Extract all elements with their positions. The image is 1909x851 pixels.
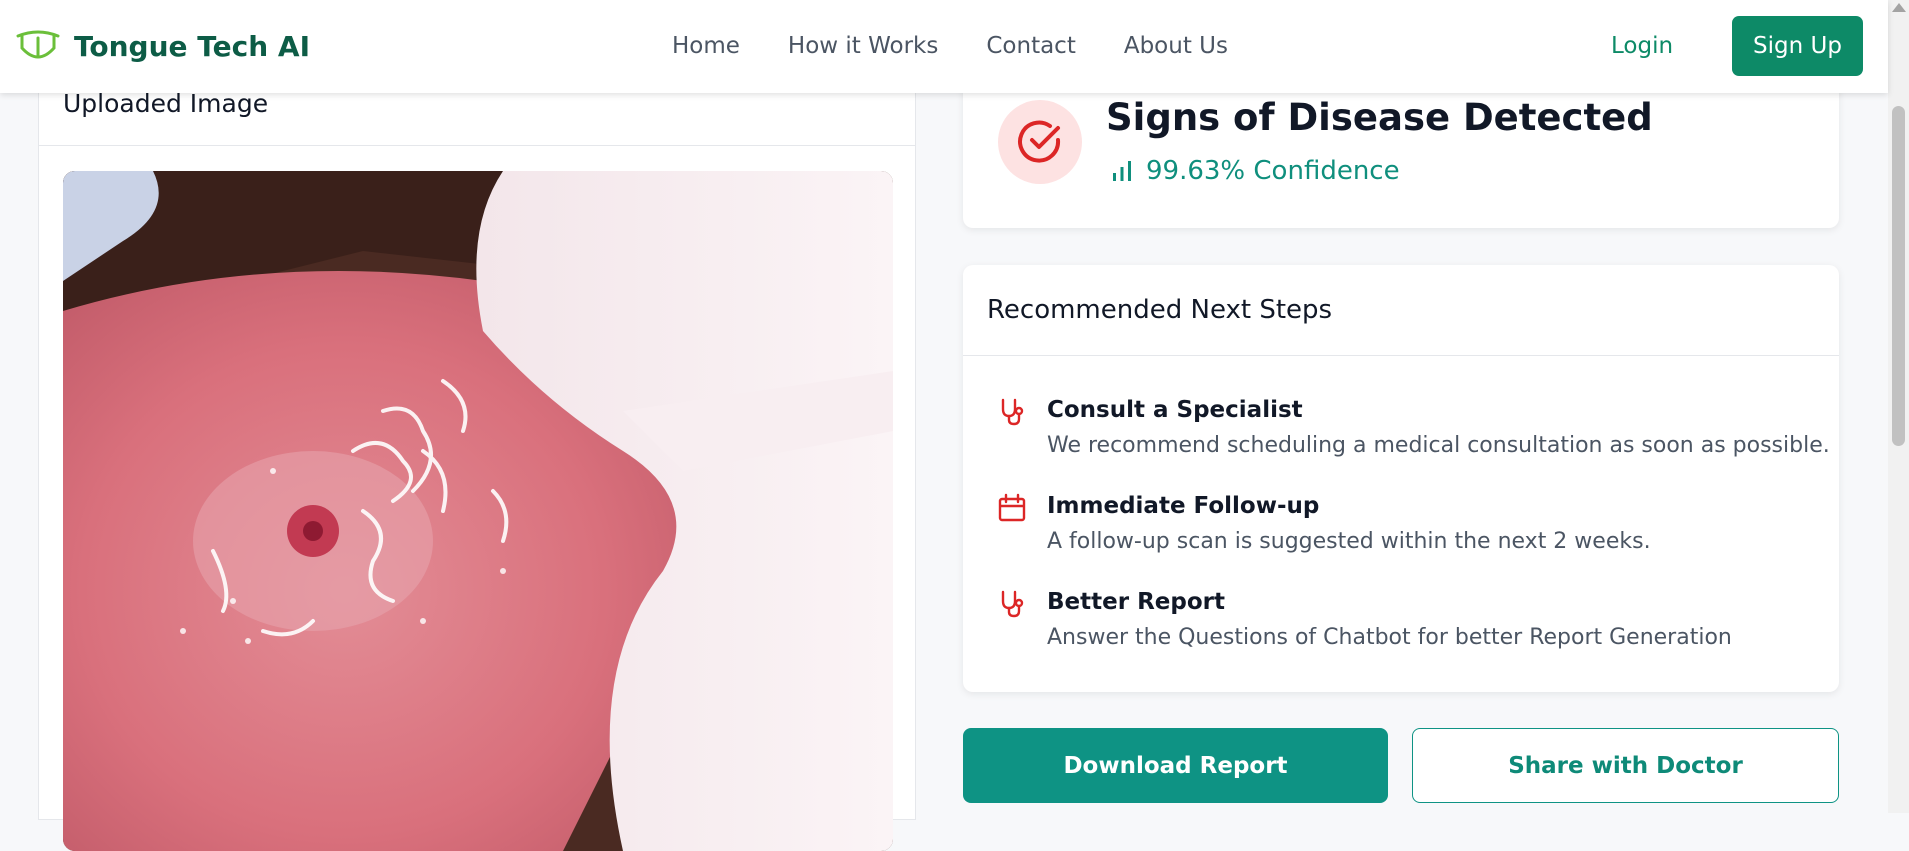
stethoscope-icon (1001, 590, 1024, 618)
step-description: A follow-up scan is suggested within the… (1047, 529, 1651, 554)
scroll-up-arrow-icon[interactable] (1892, 3, 1906, 12)
tongue-photo-illustration (63, 171, 893, 851)
nav-contact[interactable]: Contact (986, 33, 1075, 59)
scroll-thumb[interactable] (1892, 106, 1905, 446)
stethoscope-icon (1001, 398, 1024, 426)
step-description: We recommend scheduling a medical consul… (1047, 433, 1830, 458)
signup-button[interactable]: Sign Up (1732, 16, 1863, 76)
alert-badge (998, 100, 1082, 184)
brand-logo[interactable]: Tongue Tech AI (14, 26, 310, 66)
step-description: Answer the Questions of Chatbot for bett… (1047, 625, 1732, 650)
next-steps-title: Recommended Next Steps (987, 295, 1333, 325)
step-title: Consult a Specialist (1047, 397, 1303, 423)
login-link[interactable]: Login (1611, 33, 1673, 59)
tongue-logo-icon (16, 30, 60, 59)
bar-chart-icon (1113, 161, 1131, 181)
nav-how-it-works[interactable]: How it Works (788, 33, 938, 59)
next-steps-card: Recommended Next Steps Consult a Special… (963, 265, 1839, 692)
page-scrollbar[interactable] (1888, 0, 1909, 813)
uploaded-image-card: Uploaded Image (38, 60, 916, 851)
step-title: Immediate Follow-up (1047, 493, 1320, 519)
uploaded-image-title: Uploaded Image (63, 89, 269, 118)
nav-home[interactable]: Home (672, 33, 740, 59)
uploaded-tongue-image (63, 171, 893, 851)
step-title: Better Report (1047, 589, 1225, 615)
top-navbar: Tongue Tech AI Home How it Works Contact… (0, 0, 1888, 93)
share-with-doctor-button[interactable]: Share with Doctor (1412, 728, 1839, 803)
result-title: Signs of Disease Detected (1106, 96, 1653, 139)
divider (39, 145, 915, 146)
calendar-icon (998, 493, 1026, 522)
confidence-row: 99.63% Confidence (1110, 156, 1400, 186)
nav-links: Home How it Works Contact About Us (672, 33, 1276, 59)
brand-name: Tongue Tech AI (74, 29, 311, 63)
download-report-button[interactable]: Download Report (963, 728, 1388, 803)
nav-about-us[interactable]: About Us (1124, 33, 1228, 59)
divider (963, 355, 1839, 356)
check-circle-icon (1018, 120, 1061, 163)
confidence-value: 99.63% Confidence (1146, 156, 1400, 186)
